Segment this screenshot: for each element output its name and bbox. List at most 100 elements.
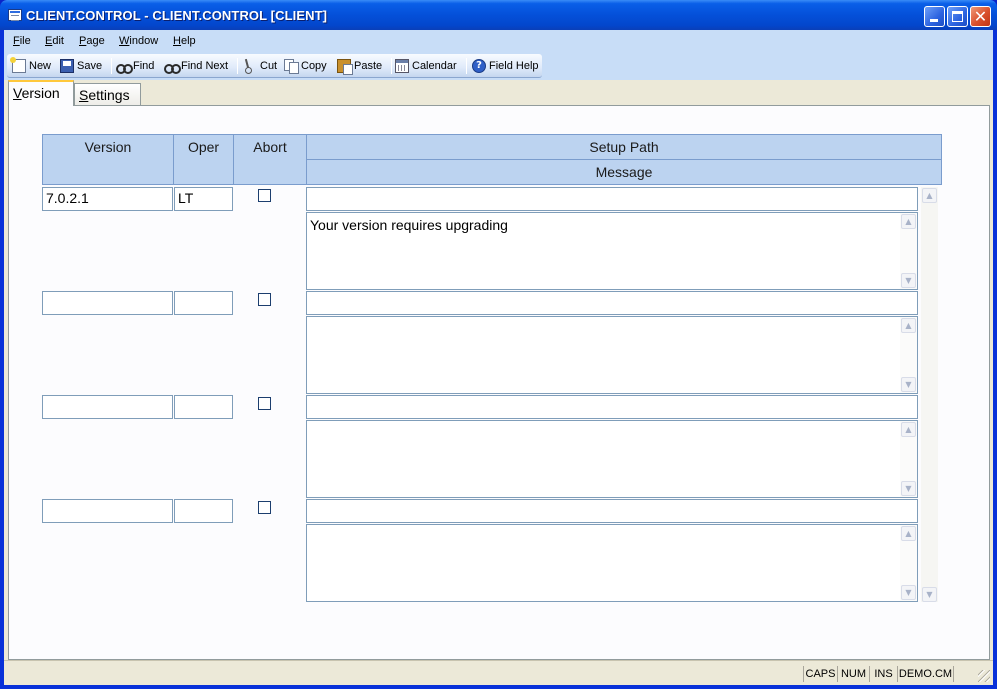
menu-file[interactable]: File xyxy=(13,35,31,47)
scroll-down-icon[interactable]: ▼ xyxy=(901,273,916,288)
close-button[interactable]: ✕ xyxy=(970,6,991,27)
scroll-up-icon[interactable]: ▲ xyxy=(901,526,916,541)
paste-button[interactable]: Paste xyxy=(337,57,382,75)
message-memo[interactable]: ▲ ▼ xyxy=(306,524,918,602)
column-header-message[interactable]: Message xyxy=(306,159,942,185)
version-field[interactable] xyxy=(42,395,173,419)
field-help-label: Field Help xyxy=(489,60,539,72)
message-memo[interactable]: ▲ ▼ xyxy=(306,420,918,498)
grid-scrollbar[interactable]: ▲ ▼ xyxy=(921,187,938,602)
scroll-down-icon[interactable]: ▼ xyxy=(901,377,916,392)
window-title: CLIENT.CONTROL - CLIENT.CONTROL [CLIENT] xyxy=(26,8,328,23)
copy-button[interactable]: Copy xyxy=(284,57,327,75)
grid-scroll-up-icon[interactable]: ▲ xyxy=(922,188,937,203)
new-label: New xyxy=(29,60,52,72)
status-caps: CAPS xyxy=(803,666,837,682)
toolbar-separator xyxy=(237,58,238,74)
floppy-disk-icon xyxy=(60,59,74,73)
grid-scroll-down-icon[interactable]: ▼ xyxy=(922,587,937,602)
maximize-button[interactable] xyxy=(947,6,968,27)
menu-window[interactable]: Window xyxy=(119,35,158,47)
menu-help-label: elp xyxy=(180,35,196,47)
title-bar[interactable]: CLIENT.CONTROL - CLIENT.CONTROL [CLIENT]… xyxy=(0,0,997,30)
binoculars-icon xyxy=(116,59,133,74)
save-label: Save xyxy=(77,60,103,72)
toolbar-separator xyxy=(391,58,392,74)
memo-scrollbar[interactable]: ▲ ▼ xyxy=(900,421,917,497)
calendar-button[interactable]: Calendar xyxy=(395,57,457,75)
status-empty-cell xyxy=(953,666,973,682)
abort-checkbox[interactable] xyxy=(258,501,271,514)
menu-edit[interactable]: Edit xyxy=(45,35,64,47)
field-help-button[interactable]: ? Field Help xyxy=(472,57,539,75)
message-memo[interactable]: Your version requires upgrading ▲ ▼ xyxy=(306,212,918,290)
menu-edit-label: dit xyxy=(52,35,64,47)
new-document-icon xyxy=(10,57,26,73)
oper-field[interactable]: LT xyxy=(174,187,233,211)
copy-icon xyxy=(284,59,299,74)
menu-file-label: ile xyxy=(19,35,31,47)
scroll-up-icon[interactable]: ▲ xyxy=(901,422,916,437)
version-field[interactable] xyxy=(42,291,173,315)
close-icon: ✕ xyxy=(973,7,988,26)
column-header-version[interactable]: Version xyxy=(42,134,174,185)
menu-file-accel: F xyxy=(13,35,20,47)
abort-checkbox[interactable] xyxy=(258,293,271,306)
menu-help-accel: H xyxy=(173,35,181,47)
memo-scrollbar[interactable]: ▲ ▼ xyxy=(900,317,917,393)
setup-path-field[interactable] xyxy=(306,291,918,315)
tab-settings[interactable]: Settings xyxy=(74,83,141,107)
version-field[interactable]: 7.0.2.1 xyxy=(42,187,173,211)
memo-scrollbar[interactable]: ▲ ▼ xyxy=(900,213,917,289)
status-ins: INS xyxy=(869,666,897,682)
message-memo[interactable]: ▲ ▼ xyxy=(306,316,918,394)
oper-field[interactable] xyxy=(174,395,233,419)
version-field[interactable] xyxy=(42,499,173,523)
menu-help[interactable]: Help xyxy=(173,35,196,47)
toolbar-band: New Save Find Find Next Cut Copy Paste C… xyxy=(4,54,993,80)
abort-checkbox[interactable] xyxy=(258,397,271,410)
cut-button[interactable]: Cut xyxy=(243,57,277,75)
oper-field[interactable] xyxy=(174,499,233,523)
toolbar-separator xyxy=(111,58,112,74)
maximize-icon xyxy=(952,11,963,22)
app-icon xyxy=(8,9,22,21)
memo-scrollbar[interactable]: ▲ ▼ xyxy=(900,525,917,601)
cut-label: Cut xyxy=(260,60,278,72)
setup-path-field[interactable] xyxy=(306,499,918,523)
scroll-down-icon[interactable]: ▼ xyxy=(901,585,916,600)
scissors-icon xyxy=(243,59,257,74)
tab-version-label: ersion xyxy=(21,85,60,101)
message-text: Your version requires upgrading xyxy=(310,217,508,233)
toolbar-separator xyxy=(466,58,467,74)
find-button[interactable]: Find xyxy=(116,57,154,75)
abort-checkbox[interactable] xyxy=(258,189,271,202)
version-panel: Version Oper Abort Setup Path Message 7.… xyxy=(8,105,990,660)
menu-page-label: age xyxy=(86,35,105,47)
new-button[interactable]: New xyxy=(10,57,52,75)
setup-path-field[interactable] xyxy=(306,187,918,211)
toolbar: New Save Find Find Next Cut Copy Paste C… xyxy=(7,54,542,78)
paste-label: Paste xyxy=(354,60,383,72)
setup-path-field[interactable] xyxy=(306,395,918,419)
oper-field[interactable] xyxy=(174,291,233,315)
tab-version-accel: V xyxy=(13,85,22,101)
tab-version[interactable]: Version xyxy=(8,80,74,106)
menu-page[interactable]: Page xyxy=(79,35,105,47)
scroll-up-icon[interactable]: ▲ xyxy=(901,318,916,333)
clipboard-icon xyxy=(337,59,353,75)
tab-strip: Version Settings xyxy=(4,80,993,107)
save-button[interactable]: Save xyxy=(60,57,102,75)
scroll-up-icon[interactable]: ▲ xyxy=(901,214,916,229)
minimize-button[interactable] xyxy=(924,6,945,27)
tab-settings-label: ettings xyxy=(88,87,130,103)
resize-grip-icon[interactable] xyxy=(978,670,990,682)
help-icon: ? xyxy=(472,59,486,73)
scroll-down-icon[interactable]: ▼ xyxy=(901,481,916,496)
column-header-setup-path[interactable]: Setup Path xyxy=(306,134,942,160)
app-window: CLIENT.CONTROL - CLIENT.CONTROL [CLIENT]… xyxy=(0,0,997,689)
column-header-abort[interactable]: Abort xyxy=(233,134,307,185)
find-label: Find xyxy=(133,60,155,72)
find-next-button[interactable]: Find Next xyxy=(164,57,228,75)
column-header-oper[interactable]: Oper xyxy=(173,134,234,185)
